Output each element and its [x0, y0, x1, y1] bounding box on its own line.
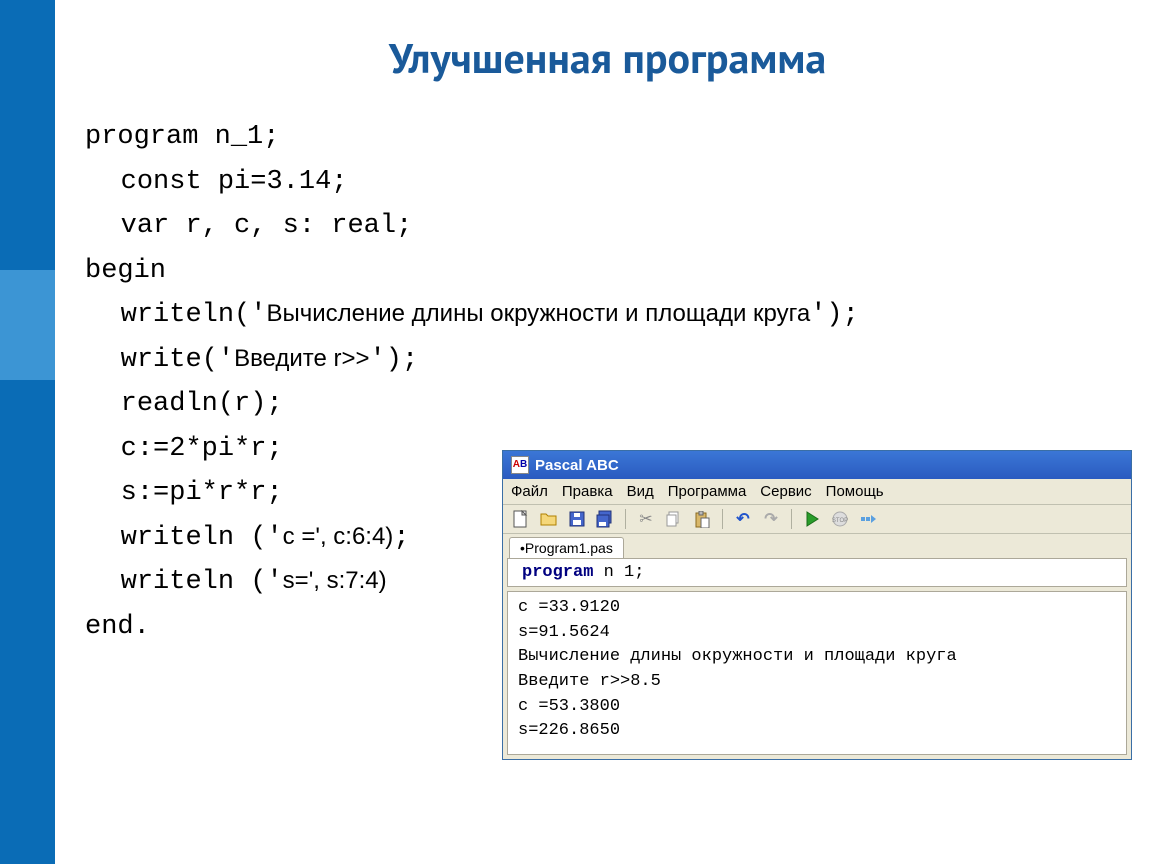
cut-icon[interactable]: ✂: [636, 509, 656, 529]
code-line: writeln ('s=', s:7:4): [85, 567, 387, 597]
slide-title: Улучшенная программа: [85, 30, 1130, 85]
code-line: const pi=3.14;: [85, 167, 347, 197]
paste-icon[interactable]: [692, 509, 712, 529]
menu-view[interactable]: Вид: [627, 483, 654, 500]
output-console: c =33.9120 s=91.5624 Вычисление длины ок…: [507, 591, 1127, 755]
editor-text: n 1;: [593, 563, 644, 582]
code-line: s:=pi*r*r;: [85, 478, 283, 508]
svg-text:STOP: STOP: [832, 518, 848, 524]
tab-program1[interactable]: •Program1.pas: [509, 537, 624, 558]
code-line: begin: [85, 256, 166, 286]
menu-service[interactable]: Сервис: [760, 483, 811, 500]
code-line: c:=2*pi*r;: [85, 434, 283, 464]
menu-edit[interactable]: Правка: [562, 483, 613, 500]
code-line: program n_1;: [85, 122, 279, 152]
toolbar-separator: [791, 509, 792, 529]
copy-icon[interactable]: [664, 509, 684, 529]
code-line: writeln ('c =', c:6:4);: [85, 523, 410, 553]
code-line: readln(r);: [85, 389, 283, 419]
window-titlebar: AB Pascal ABC: [503, 451, 1131, 479]
save-icon[interactable]: [567, 509, 587, 529]
code-line: end.: [85, 612, 150, 642]
toolbar: ✂ ↶ ↷ STOP: [503, 505, 1131, 534]
tab-bar: •Program1.pas: [503, 534, 1131, 558]
run-icon[interactable]: [802, 509, 822, 529]
menu-file[interactable]: Файл: [511, 483, 548, 500]
pascal-window: AB Pascal ABC Файл Правка Вид Программа …: [502, 450, 1132, 760]
new-file-icon[interactable]: [511, 509, 531, 529]
redo-icon[interactable]: ↷: [761, 509, 781, 529]
editor-keyword: program: [522, 563, 593, 582]
open-file-icon[interactable]: [539, 509, 559, 529]
menu-bar: Файл Правка Вид Программа Сервис Помощь: [503, 479, 1131, 505]
slide-content: Улучшенная программа program n_1; const …: [55, 0, 1150, 864]
toolbar-separator: [625, 509, 626, 529]
window-title: Pascal ABC: [535, 457, 619, 474]
toolbar-separator: [722, 509, 723, 529]
stop-icon[interactable]: STOP: [830, 509, 850, 529]
side-band-accent: [0, 270, 55, 380]
undo-icon[interactable]: ↶: [733, 509, 753, 529]
app-icon: AB: [511, 456, 529, 474]
step-icon[interactable]: [858, 509, 878, 529]
code-line: writeln('Вычисление длины окружности и п…: [85, 300, 859, 330]
code-line: write('Введите r>>');: [85, 345, 418, 375]
code-editor[interactable]: program n 1;: [507, 558, 1127, 587]
save-all-icon[interactable]: [595, 509, 615, 529]
side-band: [0, 0, 55, 864]
menu-help[interactable]: Помощь: [826, 483, 884, 500]
menu-program[interactable]: Программа: [668, 483, 747, 500]
code-line: var r, c, s: real;: [85, 211, 412, 241]
